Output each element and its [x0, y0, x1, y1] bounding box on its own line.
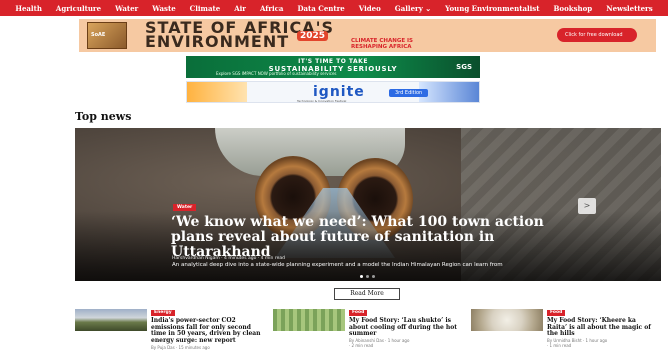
hero-headline[interactable]: ‘We know what we need’: What 100 town ac… — [171, 215, 551, 260]
news-thumbnail[interactable] — [471, 309, 543, 331]
free-download-button[interactable]: Click for free download — [557, 28, 637, 42]
nav-item-waste[interactable]: Waste — [145, 4, 182, 13]
news-thumbnail[interactable] — [273, 309, 345, 331]
news-category-badge[interactable]: Energy — [151, 310, 175, 316]
nav-item-data-centre[interactable]: Data Centre — [290, 4, 351, 13]
section-title: Top news — [75, 110, 132, 123]
hero-category-badge[interactable]: Water — [173, 204, 197, 211]
ignite-subtitle: Technology & Innovation Festival — [297, 99, 347, 103]
news-title[interactable]: India's power-sector CO2 emissions fall … — [151, 317, 261, 344]
sgs-logo: SGS — [456, 63, 472, 71]
banner-decoration-left — [187, 82, 247, 102]
news-byline: By Puja Das · 15 minutes ago — [151, 345, 210, 350]
banner-title-line2: ENVIRONMENT — [145, 32, 290, 51]
nav-item-water[interactable]: Water — [108, 4, 145, 13]
hero-description: An analytical deep dive into a state-wid… — [172, 262, 503, 268]
nav-item-health[interactable]: Health — [8, 4, 49, 13]
sgs-line3: Explore SGS IMPACT NOW portfolio of sust… — [216, 71, 337, 76]
nav-item-video[interactable]: Video — [352, 4, 388, 13]
nav-item-newsletters[interactable]: Newsletters — [599, 4, 659, 13]
carousel-dot[interactable] — [372, 275, 375, 278]
sgs-line1: IT'S TIME TO TAKE — [298, 58, 368, 65]
nav-item-agriculture[interactable]: Agriculture — [49, 4, 108, 13]
news-read-time: · 1 min read — [547, 343, 572, 348]
carousel-dots — [360, 275, 375, 278]
edition-badge: 3rd Edition — [389, 89, 429, 97]
carousel-next-icon[interactable]: > — [578, 198, 596, 214]
nav-item-air[interactable]: Air — [227, 4, 253, 13]
hero-meta: Harshvardhan Nigam · 4 minutes ago · 4 m… — [172, 256, 285, 261]
hero-carousel[interactable]: Water ‘We know what we need’: What 100 t… — [75, 128, 661, 281]
book-cover-image: SoAE — [87, 22, 127, 49]
ignite-ad-banner[interactable]: ignite 3rd Edition Technology & Innovati… — [186, 81, 480, 103]
banner-tagline: CLIMATE CHANGE IS RESHAPING AFRICA — [351, 38, 414, 50]
news-thumbnail[interactable] — [75, 309, 147, 331]
news-category-badge[interactable]: Food — [547, 310, 566, 316]
ignite-logo: ignite — [313, 84, 365, 100]
soae-ad-banner[interactable]: SoAE STATE OF AFRICA'S ENVIRONMENT 2025 … — [79, 19, 656, 52]
carousel-dot[interactable] — [360, 275, 363, 278]
read-more-button[interactable]: Read More — [334, 288, 400, 300]
news-read-time: · 2 min read — [349, 343, 374, 348]
carousel-dot[interactable] — [366, 275, 369, 278]
news-category-badge[interactable]: Food — [349, 310, 368, 316]
news-card[interactable]: Energy India's power-sector CO2 emission… — [75, 309, 265, 353]
nav-item-africa[interactable]: Africa — [253, 4, 290, 13]
nav-item-young-environmentalist[interactable]: Young Environmentalist — [438, 4, 546, 13]
nav-item-climate[interactable]: Climate — [183, 4, 228, 13]
nav-item-bookshop[interactable]: Bookshop — [546, 4, 599, 13]
banner-year-badge: 2025 — [297, 31, 329, 41]
news-title[interactable]: My Food Story: ‘Kheere ka Raita’ is all … — [547, 317, 657, 338]
news-title[interactable]: My Food Story: ‘Lau shukto’ is about coo… — [349, 317, 459, 338]
book-cover-label: SoAE — [91, 32, 106, 38]
top-navigation: Health Agriculture Water Waste Climate A… — [0, 0, 668, 16]
sgs-ad-banner[interactable]: IT'S TIME TO TAKE SUSTAINABILITY SERIOUS… — [186, 56, 480, 78]
news-card[interactable]: Food My Food Story: ‘Lau shukto’ is abou… — [273, 309, 463, 353]
nav-item-gallery[interactable]: Gallery ⌄ — [388, 4, 438, 13]
news-card[interactable]: Food My Food Story: ‘Kheere ka Raita’ is… — [471, 309, 661, 353]
